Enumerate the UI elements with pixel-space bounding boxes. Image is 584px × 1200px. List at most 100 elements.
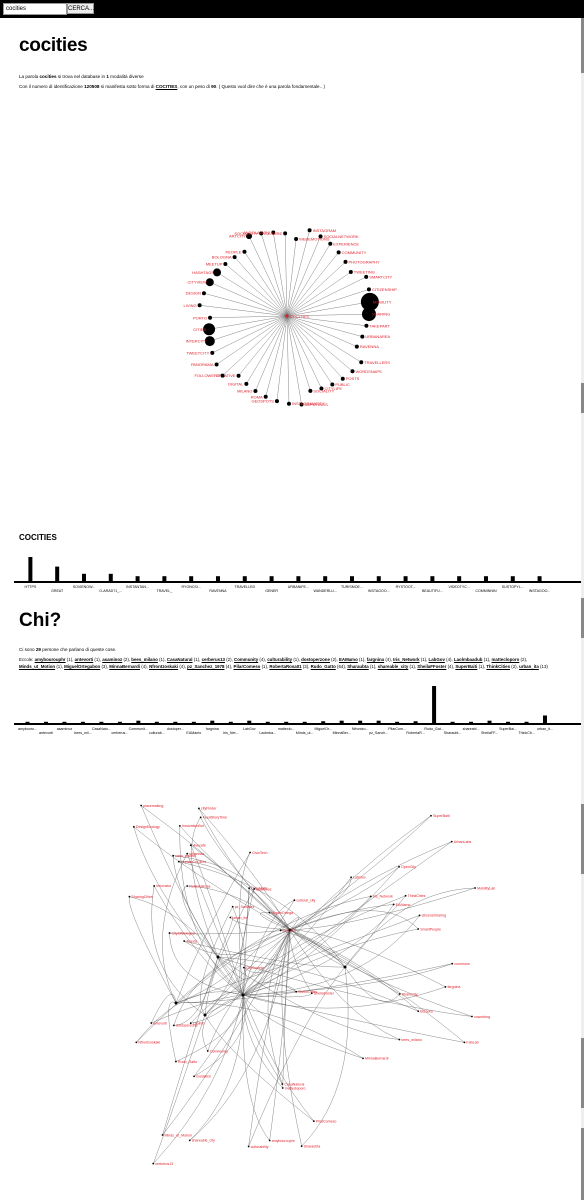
- person-link[interactable]: Minds_ut_Motion: [19, 664, 55, 669]
- person-link[interactable]: fargnina: [367, 657, 384, 662]
- people-graph-node: [451, 962, 454, 965]
- people-graph-node: [474, 887, 476, 889]
- bar: [376, 576, 381, 581]
- word-graph-node: [205, 278, 214, 287]
- person-link[interactable]: shareable_city: [378, 664, 409, 669]
- person-link[interactable]: SheilaFFoster: [417, 664, 446, 669]
- people-graph-node: [229, 916, 232, 919]
- word-graph-node: [244, 381, 249, 386]
- search-button[interactable]: CERCA...: [67, 3, 94, 14]
- word-graph-label: CITIES: [193, 327, 206, 332]
- bar: [99, 721, 104, 723]
- person-link[interactable]: bees_milano: [131, 657, 158, 662]
- person-link[interactable]: pz_Sanchez_1978: [187, 664, 224, 669]
- word-graph-label: INSTAGRAMCITY: [292, 401, 325, 406]
- people-graph-edge: [136, 929, 291, 1043]
- word-graph-node: [318, 234, 323, 239]
- word-graph-edge: [286, 261, 346, 317]
- person-link[interactable]: LabGov: [429, 657, 445, 662]
- people-graph-edge: [136, 991, 244, 1043]
- people-graph-node: [279, 929, 282, 932]
- word-link[interactable]: COCITIES: [156, 84, 178, 89]
- section-heading-word: COCITIES: [19, 533, 57, 542]
- person-link[interactable]: RobertaRosa01: [269, 664, 301, 669]
- people-graph-edge: [189, 994, 244, 1141]
- people-graph-node: [197, 807, 200, 810]
- bar: [80, 721, 85, 723]
- person-link[interactable]: Laolmbaadub: [454, 657, 483, 662]
- person-link[interactable]: dostoperzone: [301, 657, 330, 662]
- person-link[interactable]: asaminoz: [102, 657, 122, 662]
- people-graph-node: [350, 876, 353, 879]
- person-link[interactable]: urban_ita: [519, 664, 539, 669]
- people-graph-node: [183, 940, 186, 942]
- bar: [469, 721, 474, 723]
- bar: [457, 576, 462, 581]
- person-link[interactable]: culturability: [267, 657, 292, 662]
- bar-label: Laolmba...: [259, 731, 276, 735]
- person-link[interactable]: cerberus13: [202, 657, 225, 662]
- bar: [25, 721, 30, 723]
- people-graph-edge: [242, 994, 283, 1085]
- people-graph-hub: [343, 965, 347, 969]
- bar-label: asaminoz: [57, 727, 73, 731]
- person-link[interactable]: PilarComeso: [234, 664, 261, 669]
- people-graph-label: Innovator: [156, 884, 172, 888]
- people-graph-label: ThinkCities: [408, 894, 426, 898]
- word-graph-edge: [244, 251, 288, 317]
- bar-label: BEAUTIFU...: [422, 589, 443, 593]
- person-link[interactable]: antevorti: [75, 657, 94, 662]
- person-link[interactable]: Rudo_Gatto: [311, 664, 336, 669]
- bar: [269, 576, 274, 581]
- person-link[interactable]: MiguelOrtegabon: [64, 664, 100, 669]
- people-graph-label: SmartPeople: [420, 927, 441, 931]
- people-graph-edge: [289, 929, 419, 1012]
- person-link[interactable]: amybourouphr: [35, 657, 66, 662]
- people-graph-node: [281, 1083, 284, 1085]
- person-link[interactable]: Sharaubta: [347, 664, 368, 669]
- bar-label: INSTAGOO...: [368, 589, 390, 593]
- people-graph-node: [242, 966, 245, 969]
- people-graph-node: [178, 824, 181, 827]
- person-link[interactable]: MinnaBernardi: [109, 664, 140, 669]
- person-link[interactable]: Community: [234, 657, 258, 662]
- people-graph-label: CityOfBologna: [172, 931, 195, 935]
- person-link[interactable]: Iris_Network: [393, 657, 419, 662]
- search-input[interactable]: [3, 3, 67, 15]
- person-link[interactable]: SuperBaiti: [455, 664, 477, 669]
- word-graph-label: WORDSNAPS: [355, 369, 382, 374]
- word-graph-label: SHARING: [372, 312, 390, 317]
- person-count: (4),: [258, 657, 268, 662]
- word-graph-node: [286, 401, 291, 406]
- bar-label: INSTAGOO...: [529, 589, 551, 593]
- word-graph-label: ROMA: [251, 394, 263, 399]
- bar-label: RYSTOOT...: [396, 585, 416, 589]
- people-graph-label: pz_Sanchez: [235, 905, 255, 909]
- people-graph-edge: [232, 906, 246, 996]
- word-graph-edge: [276, 315, 288, 402]
- person-link[interactable]: EAMamo: [339, 657, 358, 662]
- people-graph-edge: [169, 933, 244, 996]
- people-graph-node: [135, 1041, 138, 1044]
- bar: [242, 576, 247, 581]
- bar-label: COMMINNIN: [475, 589, 497, 593]
- word-graph-edge: [265, 315, 288, 397]
- person-link[interactable]: CasaNatural: [167, 657, 193, 662]
- bar-label: dostoper...: [167, 727, 184, 731]
- people-graph-label: MinnaBernardi: [365, 1057, 389, 1061]
- person-count: (2),: [510, 664, 520, 669]
- person-link[interactable]: ThinkCities: [486, 664, 510, 669]
- people-graph-label: urban_ita: [232, 916, 247, 920]
- person-count: (1),: [157, 657, 167, 662]
- person-link[interactable]: mattecloporo: [492, 657, 520, 662]
- bar: [296, 576, 301, 581]
- intro-line-2: Con il numero di identificazione 120508 …: [19, 84, 325, 89]
- word-graph-label: PANORAMA: [191, 362, 214, 367]
- bar: [247, 720, 252, 723]
- bar-label: Minds_ut...: [296, 731, 314, 735]
- bar-label: LabGov: [243, 727, 256, 731]
- word-graph-edge: [261, 233, 288, 317]
- word-graph-hub-label: COCITIES: [290, 314, 309, 319]
- bar-label: matteclo...: [278, 727, 295, 731]
- person-link[interactable]: Nfrontzoskaki: [149, 664, 178, 669]
